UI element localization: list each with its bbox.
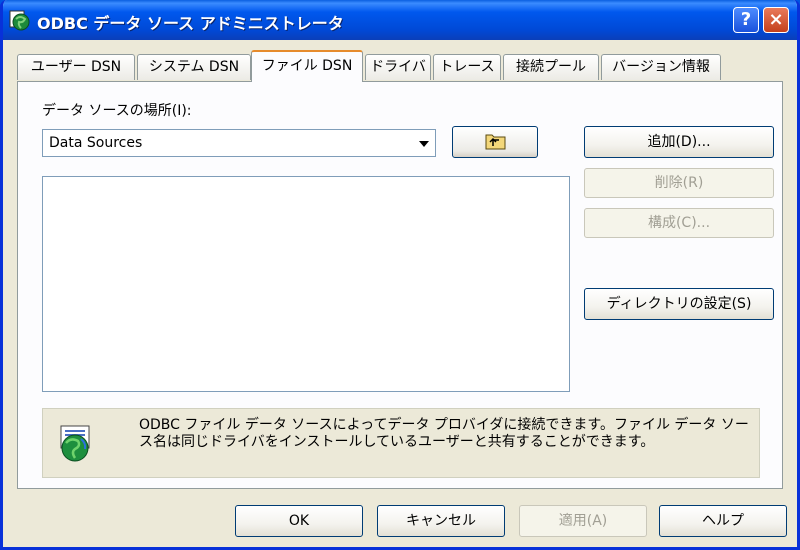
close-button[interactable]: × (763, 7, 789, 33)
window-title: ODBC データ ソース アドミニストレータ (37, 14, 344, 33)
odbc-admin-window: ODBC データ ソース アドミニストレータ ? × ユーザー DSN システム… (0, 0, 800, 550)
tab-user-dsn[interactable]: ユーザー DSN (17, 54, 135, 80)
chevron-down-icon[interactable] (414, 131, 434, 155)
ok-button[interactable]: OK (235, 505, 363, 537)
tab-drivers[interactable]: ドライバ (365, 54, 431, 80)
location-combo[interactable]: Data Sources (42, 129, 436, 157)
info-box: ODBC ファイル データ ソースによってデータ プロバイダに接続できます。ファ… (42, 408, 760, 478)
location-value: Data Sources (49, 135, 143, 151)
cancel-button[interactable]: キャンセル (377, 505, 505, 537)
tab-connection-pooling[interactable]: 接続プール (503, 54, 599, 80)
help-button[interactable]: ヘルプ (659, 505, 787, 537)
apply-button[interactable]: 適用(A) (519, 505, 647, 537)
file-dsn-panel: データ ソースの場所(I): Data Sources 追加(D)... 削除(… (17, 81, 783, 489)
configure-button[interactable]: 構成(C)... (584, 208, 774, 238)
folder-up-icon (485, 134, 506, 150)
title-bar[interactable]: ODBC データ ソース アドミニストレータ ? × (3, 0, 797, 40)
tab-system-dsn[interactable]: システム DSN (137, 54, 251, 80)
help-title-button[interactable]: ? (733, 7, 759, 33)
odbc-app-icon (9, 10, 30, 31)
tab-file-dsn[interactable]: ファイル DSN (251, 50, 363, 82)
info-text: ODBC ファイル データ ソースによってデータ プロバイダに接続できます。ファ… (139, 417, 749, 450)
file-dsn-list[interactable] (42, 176, 570, 392)
add-button[interactable]: 追加(D)... (584, 126, 774, 158)
globe-document-icon (60, 425, 90, 462)
up-folder-button[interactable] (452, 126, 538, 158)
tab-about[interactable]: バージョン情報 (601, 54, 721, 80)
tab-tracing[interactable]: トレース (433, 54, 501, 80)
set-directory-button[interactable]: ディレクトリの設定(S) (584, 288, 774, 320)
location-label: データ ソースの場所(I): (42, 103, 192, 119)
remove-button[interactable]: 削除(R) (584, 168, 774, 198)
